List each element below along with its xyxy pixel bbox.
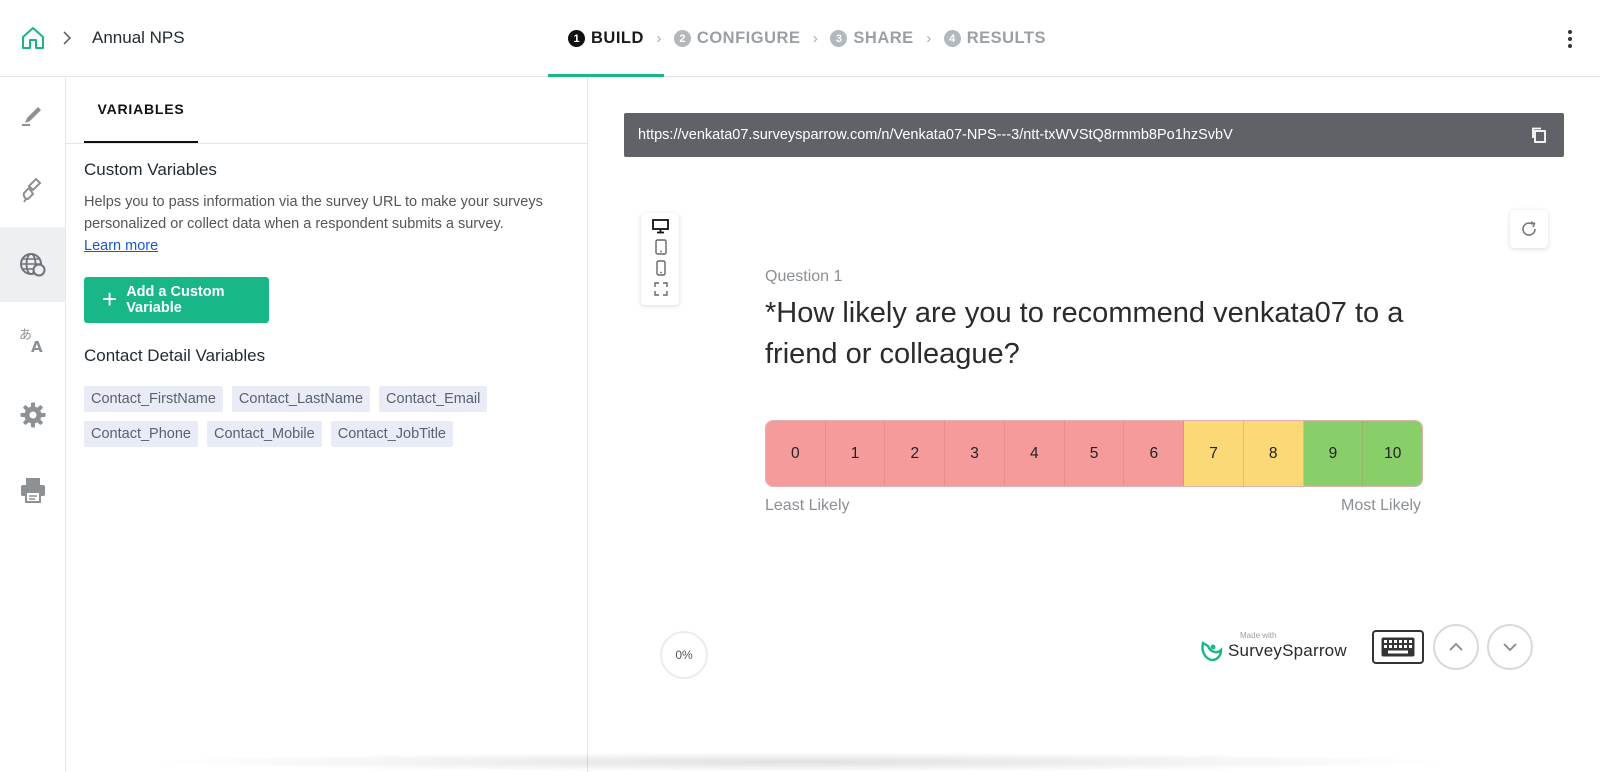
copy-icon[interactable]	[1530, 126, 1548, 144]
chevron-up-icon	[1449, 642, 1463, 651]
tab-divider	[66, 143, 588, 144]
nps-option[interactable]: 9	[1303, 421, 1364, 486]
top-bar: Annual NPS 1 BUILD › 2 CONFIGURE › 3 SHA…	[0, 0, 1600, 77]
nps-option[interactable]: 3	[945, 421, 1005, 486]
mobile-icon[interactable]	[652, 260, 669, 276]
pencil-icon	[21, 106, 41, 126]
surveysparrow-branding[interactable]: Made with SurveySparrow	[1196, 630, 1356, 668]
variable-chip[interactable]: Contact_FirstName	[84, 386, 223, 412]
sidebar-item-variables[interactable]	[0, 227, 65, 302]
custom-variables-title: Custom Variables	[84, 160, 217, 179]
step-number: 3	[830, 30, 848, 47]
survey-url[interactable]: https://venkata07.surveysparrow.com/n/Ve…	[638, 127, 1233, 143]
previous-question-button[interactable]	[1433, 624, 1479, 670]
desktop-icon[interactable]	[652, 218, 669, 234]
nps-option[interactable]: 1	[825, 421, 886, 486]
nps-option[interactable]: 0	[766, 421, 826, 486]
variable-chip[interactable]: Contact_Email	[379, 386, 488, 412]
variable-chip[interactable]: Contact_LastName	[231, 386, 371, 412]
sidebar-item-design[interactable]	[0, 152, 65, 227]
step-number: 4	[943, 30, 961, 47]
chevron-down-icon	[1503, 643, 1517, 652]
sidebar-item-build[interactable]	[0, 77, 65, 152]
chevron-right-icon: ›	[812, 30, 818, 47]
nps-option[interactable]: 4	[1004, 421, 1065, 486]
breadcrumb-chevron-icon	[63, 31, 72, 45]
variable-chip[interactable]: Contact_Phone	[84, 421, 198, 447]
sidebar-item-settings[interactable]	[0, 377, 65, 452]
add-custom-variable-button[interactable]: + Add a Custom Variable	[84, 277, 269, 323]
chevron-right-icon: ›	[656, 30, 662, 47]
question-number: Question 1	[765, 268, 843, 285]
sidebar-item-print[interactable]	[0, 452, 65, 527]
chevron-right-icon: ›	[926, 30, 932, 47]
device-preview-toggle	[641, 213, 679, 305]
step-label: CONFIGURE	[696, 29, 801, 47]
nps-option[interactable]: 2	[885, 421, 946, 486]
svg-text:A: A	[31, 338, 43, 355]
nps-option[interactable]: 8	[1243, 421, 1304, 486]
nps-option[interactable]: 5	[1064, 421, 1125, 486]
nps-option[interactable]: 10	[1363, 421, 1422, 486]
more-options-icon[interactable]	[1566, 30, 1574, 48]
tablet-icon[interactable]	[652, 239, 669, 255]
survey-url-bar[interactable]: https://venkata07.surveysparrow.com/n/Ve…	[624, 113, 1564, 157]
fullscreen-icon[interactable]	[652, 281, 669, 297]
custom-variables-help: Helps you to pass information via the su…	[84, 191, 554, 257]
step-label: SHARE	[853, 29, 914, 47]
home-icon[interactable]	[20, 25, 46, 51]
step-label: RESULTS	[966, 29, 1046, 47]
refresh-icon	[1522, 221, 1536, 236]
wizard-steps: 1 BUILD › 2 CONFIGURE › 3 SHARE › 4 RESU…	[548, 0, 1048, 77]
sparrow-logo-icon	[1201, 641, 1223, 662]
plus-icon: +	[102, 284, 118, 314]
printer-icon	[20, 477, 45, 503]
nps-scale: 0 1 2 3 4 5 6 7 8 9 10	[765, 420, 1423, 487]
contact-variables-title: Contact Detail Variables	[84, 346, 266, 365]
variable-chip[interactable]: Contact_JobTitle	[330, 421, 453, 447]
variable-chip[interactable]: Contact_Mobile	[206, 421, 322, 447]
step-number: 1	[568, 30, 585, 47]
refresh-preview-button[interactable]	[1510, 210, 1548, 248]
translate-icon: あ A	[19, 328, 43, 355]
survey-name[interactable]: Annual NPS	[92, 28, 185, 48]
step-share[interactable]: 3 SHARE	[828, 0, 915, 77]
step-results[interactable]: 4 RESULTS	[942, 0, 1048, 77]
learn-more-link[interactable]: Learn more	[84, 238, 158, 254]
bottom-shadow	[140, 752, 1460, 772]
made-with-text: Made with	[1240, 631, 1277, 640]
step-build[interactable]: 1 BUILD	[548, 0, 664, 77]
step-label: BUILD	[591, 29, 644, 47]
brand-name: SurveySparrow	[1228, 641, 1347, 660]
globe-variables-icon	[19, 252, 45, 276]
nps-option[interactable]: 7	[1184, 421, 1244, 486]
step-configure[interactable]: 2 CONFIGURE	[672, 0, 803, 77]
sidebar-rail: あ A	[0, 77, 66, 772]
nps-option[interactable]: 6	[1124, 421, 1185, 486]
nps-low-label: Least Likely	[765, 497, 850, 514]
variables-panel: VARIABLES Custom Variables Helps you to …	[66, 77, 588, 772]
help-text: Helps you to pass information via the su…	[84, 194, 543, 232]
progress-indicator: 0%	[660, 631, 708, 679]
question-text[interactable]: *How likely are you to recommend venkata…	[765, 293, 1455, 375]
add-button-label: Add a Custom Variable	[126, 284, 225, 316]
contact-variables-list: Contact_FirstName Contact_LastName Conta…	[84, 386, 504, 447]
keyboard-icon	[1381, 637, 1415, 657]
tab-variables[interactable]: VARIABLES	[84, 77, 198, 143]
gear-icon	[20, 402, 45, 427]
nps-high-label: Most Likely	[1341, 497, 1422, 514]
sidebar-item-translations[interactable]: あ A	[0, 302, 65, 377]
step-number: 2	[673, 30, 691, 47]
brush-icon	[22, 177, 41, 203]
next-question-button[interactable]	[1487, 624, 1533, 670]
keyboard-shortcuts-button[interactable]	[1372, 630, 1424, 664]
